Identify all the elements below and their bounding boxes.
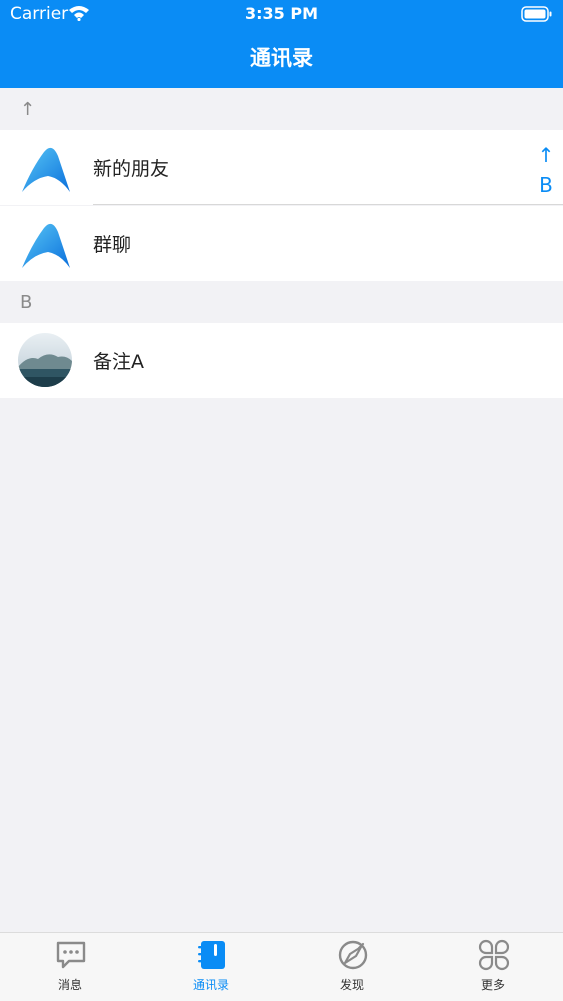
contact-name: 备注A	[93, 351, 144, 373]
contact-name: 群聊	[93, 234, 132, 256]
nav-header: Carrier 3:35 PM 通讯录	[0, 0, 563, 88]
contact-name: 新的朋友	[93, 158, 170, 180]
section-index-bar[interactable]: ↑ B	[535, 140, 557, 200]
tab-messages[interactable]: 消息	[0, 933, 140, 1001]
app-logo-icon	[22, 147, 70, 192]
contact-row-new-friends[interactable]: 新的朋友	[0, 130, 563, 205]
compass-icon	[338, 940, 368, 970]
contact-row-group-chat[interactable]: 群聊	[0, 206, 563, 281]
app-logo-icon	[22, 223, 70, 268]
tab-label: 通讯录	[192, 978, 229, 992]
landscape-avatar	[18, 333, 72, 387]
section-header-arrow: ↑	[0, 89, 563, 130]
tab-bar: 消息 通讯录 发现 更多	[0, 932, 563, 1001]
section-header-label: B	[20, 292, 33, 313]
status-time: 3:35 PM	[244, 4, 318, 23]
grid-more-icon	[478, 939, 510, 971]
tab-discover[interactable]: 发现	[282, 933, 422, 1001]
contacts-book-icon	[198, 941, 225, 969]
status-bar: Carrier 3:35 PM	[0, 0, 563, 30]
tab-label: 发现	[339, 978, 364, 992]
battery-icon	[521, 6, 552, 22]
index-item-b[interactable]: B	[535, 170, 557, 200]
tab-label: 更多	[480, 978, 505, 992]
tab-contacts[interactable]: 通讯录	[141, 933, 281, 1001]
page-title: 通讯录	[250, 46, 313, 70]
section-header-b: B	[0, 282, 563, 323]
row-divider	[93, 204, 563, 205]
index-item-arrow[interactable]: ↑	[535, 140, 557, 170]
section-header-label: ↑	[20, 99, 36, 120]
contact-row-note-a[interactable]: 备注A	[0, 323, 563, 398]
tab-label: 消息	[57, 978, 82, 992]
message-bubble-icon	[56, 941, 86, 969]
tab-more[interactable]: 更多	[423, 933, 563, 1001]
